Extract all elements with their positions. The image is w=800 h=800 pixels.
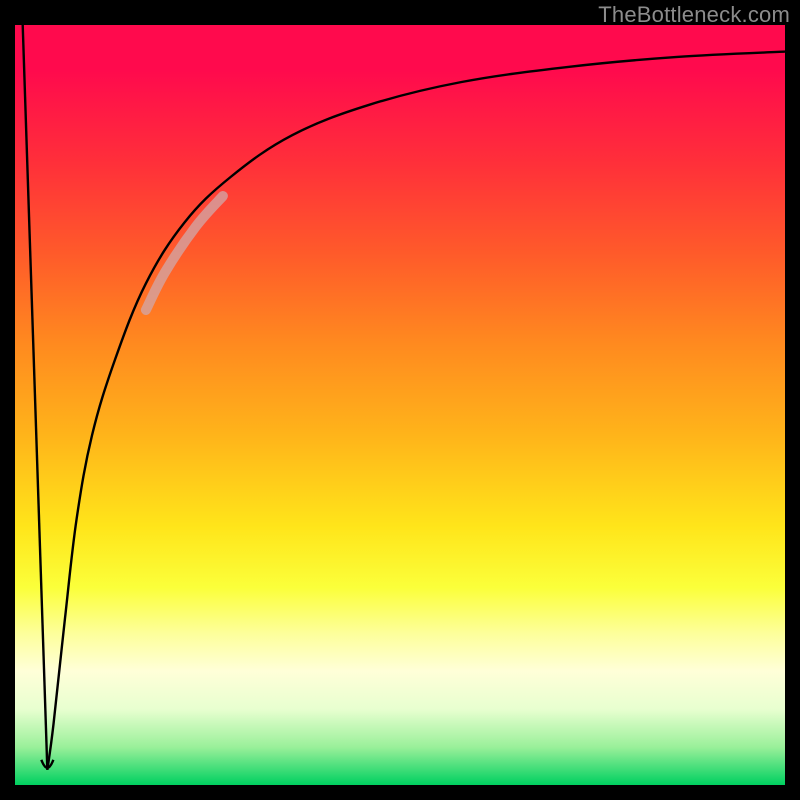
curve-svg <box>15 25 785 785</box>
highlight-path <box>146 196 223 310</box>
plot-area <box>15 25 785 785</box>
chart-frame: TheBottleneck.com <box>0 0 800 800</box>
rising-curve-path <box>47 52 785 770</box>
descending-edge-path <box>23 25 48 770</box>
watermark-text: TheBottleneck.com <box>598 2 790 28</box>
